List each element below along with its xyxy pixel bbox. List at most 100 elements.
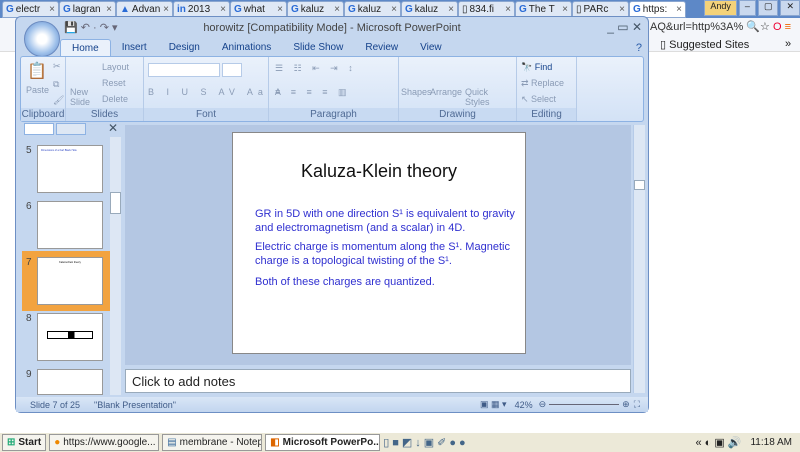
slide-paragraph[interactable]: Electric charge is momentum along the S¹…	[255, 240, 520, 268]
minimize-button[interactable]: _	[607, 20, 617, 34]
tab-slides[interactable]	[24, 123, 54, 135]
address-bar[interactable]: AQ&url=http%3A% 🔍☆ O ≡	[650, 20, 791, 33]
close-icon[interactable]: ×	[619, 4, 625, 15]
tray-icons[interactable]: « ◐ ▣ 🔊	[695, 436, 741, 449]
select-button[interactable]: ↖ Select	[521, 94, 556, 105]
slide-paragraph[interactable]: GR in 5D with one direction S¹ is equiva…	[255, 207, 520, 235]
opera-icon[interactable]: O	[773, 21, 782, 33]
maximize-button[interactable]: ▢	[757, 0, 779, 16]
slide-title[interactable]: Kaluza-Klein theory	[233, 161, 525, 182]
window-controls: Andy – ▢ ✕	[704, 0, 800, 16]
reset-button[interactable]: Reset	[102, 78, 126, 88]
theme-name: "Blank Presentation"	[94, 399, 176, 410]
layout-button[interactable]: Layout	[102, 62, 129, 72]
close-icon[interactable]: ×	[562, 4, 568, 15]
replace-button[interactable]: ⇄ Replace	[521, 78, 564, 89]
fit-to-window-icon[interactable]: ⛶	[634, 399, 640, 410]
slide-thumbnail-6[interactable]	[37, 201, 103, 249]
slide-thumbnail-9[interactable]	[37, 369, 103, 395]
font-size-select[interactable]	[222, 63, 242, 77]
save-icon[interactable]: 💾	[64, 22, 78, 34]
zoom-out-icon[interactable]: ⊖	[539, 399, 547, 410]
star-icon[interactable]: ☆	[760, 21, 770, 33]
taskbar-item-chrome[interactable]: ● https://www.google...	[49, 434, 160, 451]
slide-thumbnail-5[interactable]: Dimensions of a Karl Black Hole	[37, 145, 103, 193]
undo-icon[interactable]: ↶	[81, 22, 90, 34]
close-icon[interactable]: ×	[106, 4, 112, 15]
tab-slide-show[interactable]: Slide Show	[282, 39, 354, 57]
taskbar-item-notepad[interactable]: ▤membrane - Notepad	[162, 434, 263, 451]
slide-thumbnail-8[interactable]	[37, 313, 103, 361]
slide-thumbnail-7[interactable]: Kaluza-Klein theory	[37, 257, 103, 305]
list-buttons[interactable]: ☰ ☷ ⇤ ⇥ ↕	[275, 63, 357, 74]
slides-panel: ✕ 5 Dimensions of a Karl Black Hole 6 7 …	[20, 121, 122, 397]
tab-design[interactable]: Design	[158, 39, 211, 57]
cut-icon[interactable]: ✂	[53, 61, 61, 72]
find-button[interactable]: 🔭 Find	[521, 62, 552, 73]
close-icon[interactable]: ×	[163, 4, 169, 15]
close-icon[interactable]: ×	[391, 4, 397, 15]
slide-scrollbar[interactable]	[633, 125, 645, 393]
zoom-level[interactable]: 42%	[515, 400, 533, 410]
tab-view[interactable]: View	[409, 39, 453, 57]
minimize-button[interactable]: –	[738, 0, 756, 16]
close-icon[interactable]: ×	[49, 4, 55, 15]
user-badge[interactable]: Andy	[704, 0, 737, 16]
normal-view-icon[interactable]: ▣ ▦ ▾	[480, 399, 507, 410]
windows-icon: ⊞	[7, 437, 16, 448]
quick-launch-icons[interactable]: ▯■◩↓▣✐●●	[383, 436, 469, 449]
tab-outline[interactable]	[56, 123, 86, 135]
new-slide-button[interactable]: New Slide	[70, 87, 98, 107]
zoom-in-icon[interactable]: ⊕	[622, 399, 630, 410]
site-icon: ▲	[120, 4, 130, 15]
status-bar: Slide 7 of 25 "Blank Presentation" ▣ ▦ ▾…	[16, 397, 648, 412]
redo-icon[interactable]: ↷	[100, 22, 109, 34]
paste-icon: 📋	[27, 63, 47, 80]
close-pane-icon[interactable]: ✕	[108, 121, 118, 135]
tab-home[interactable]: Home	[60, 39, 111, 57]
bookmark-suggested-sites[interactable]: ▯ Suggested Sites	[660, 38, 749, 51]
tab-insert[interactable]: Insert	[111, 39, 158, 57]
tab-review[interactable]: Review	[354, 39, 409, 57]
slides-scrollbar[interactable]	[110, 137, 121, 395]
document-icon: ▯	[576, 4, 582, 15]
group-label: Clipboard	[21, 108, 65, 121]
align-buttons[interactable]: ≡ ≡ ≡ ≡ ▥	[275, 87, 351, 98]
powerpoint-window: horowitz [Compatibility Mode] - Microsof…	[15, 16, 649, 413]
close-icon[interactable]: ×	[220, 4, 226, 15]
menu-icon[interactable]: ≡	[785, 21, 791, 33]
chevron-right-icon[interactable]: »	[785, 38, 791, 50]
close-icon[interactable]: ×	[277, 4, 283, 15]
slides-group: New Slide Layout Reset Delete Slides	[66, 57, 144, 121]
copy-icon[interactable]: ⧉	[53, 79, 59, 90]
close-button[interactable]: ✕	[780, 0, 800, 16]
arrange-button[interactable]: Arrange	[430, 87, 462, 97]
paste-button[interactable]: Paste	[26, 85, 49, 95]
close-button[interactable]: ✕	[632, 20, 642, 34]
maximize-button[interactable]: ▭	[617, 20, 632, 34]
quick-styles-button[interactable]: Quick Styles	[465, 87, 491, 107]
tab-animations[interactable]: Animations	[211, 39, 282, 57]
font-format-buttons[interactable]: B I U S AV Aa A	[148, 87, 286, 97]
format-painter-icon[interactable]: 🖌	[53, 95, 64, 106]
help-icon[interactable]: ?	[636, 42, 642, 54]
delete-button[interactable]: Delete	[102, 94, 128, 104]
close-icon[interactable]: ×	[334, 4, 340, 15]
group-label: Editing	[517, 108, 576, 121]
start-button[interactable]: ⊞ Start	[2, 434, 47, 451]
slide-paragraph[interactable]: Both of these charges are quantized.	[255, 275, 520, 289]
zoom-slider[interactable]	[549, 404, 620, 405]
notes-pane[interactable]: Click to add notes	[125, 369, 631, 393]
font-name-select[interactable]	[148, 63, 220, 77]
close-icon[interactable]: ×	[676, 4, 682, 15]
document-icon: ▯	[462, 4, 468, 15]
shapes-button[interactable]: Shapes	[401, 87, 432, 97]
linkedin-icon: in	[177, 4, 186, 15]
notepad-icon: ▤	[167, 437, 177, 448]
slide-canvas[interactable]: Kaluza-Klein theory GR in 5D with one di…	[232, 132, 526, 354]
drawing-group: Shapes Arrange Quick Styles Drawing	[399, 57, 517, 121]
close-icon[interactable]: ×	[448, 4, 454, 15]
close-icon[interactable]: ×	[505, 4, 511, 15]
taskbar-item-powerpoint[interactable]: ◧ Microsoft PowerPo...	[265, 434, 381, 451]
office-button[interactable]	[24, 21, 60, 57]
